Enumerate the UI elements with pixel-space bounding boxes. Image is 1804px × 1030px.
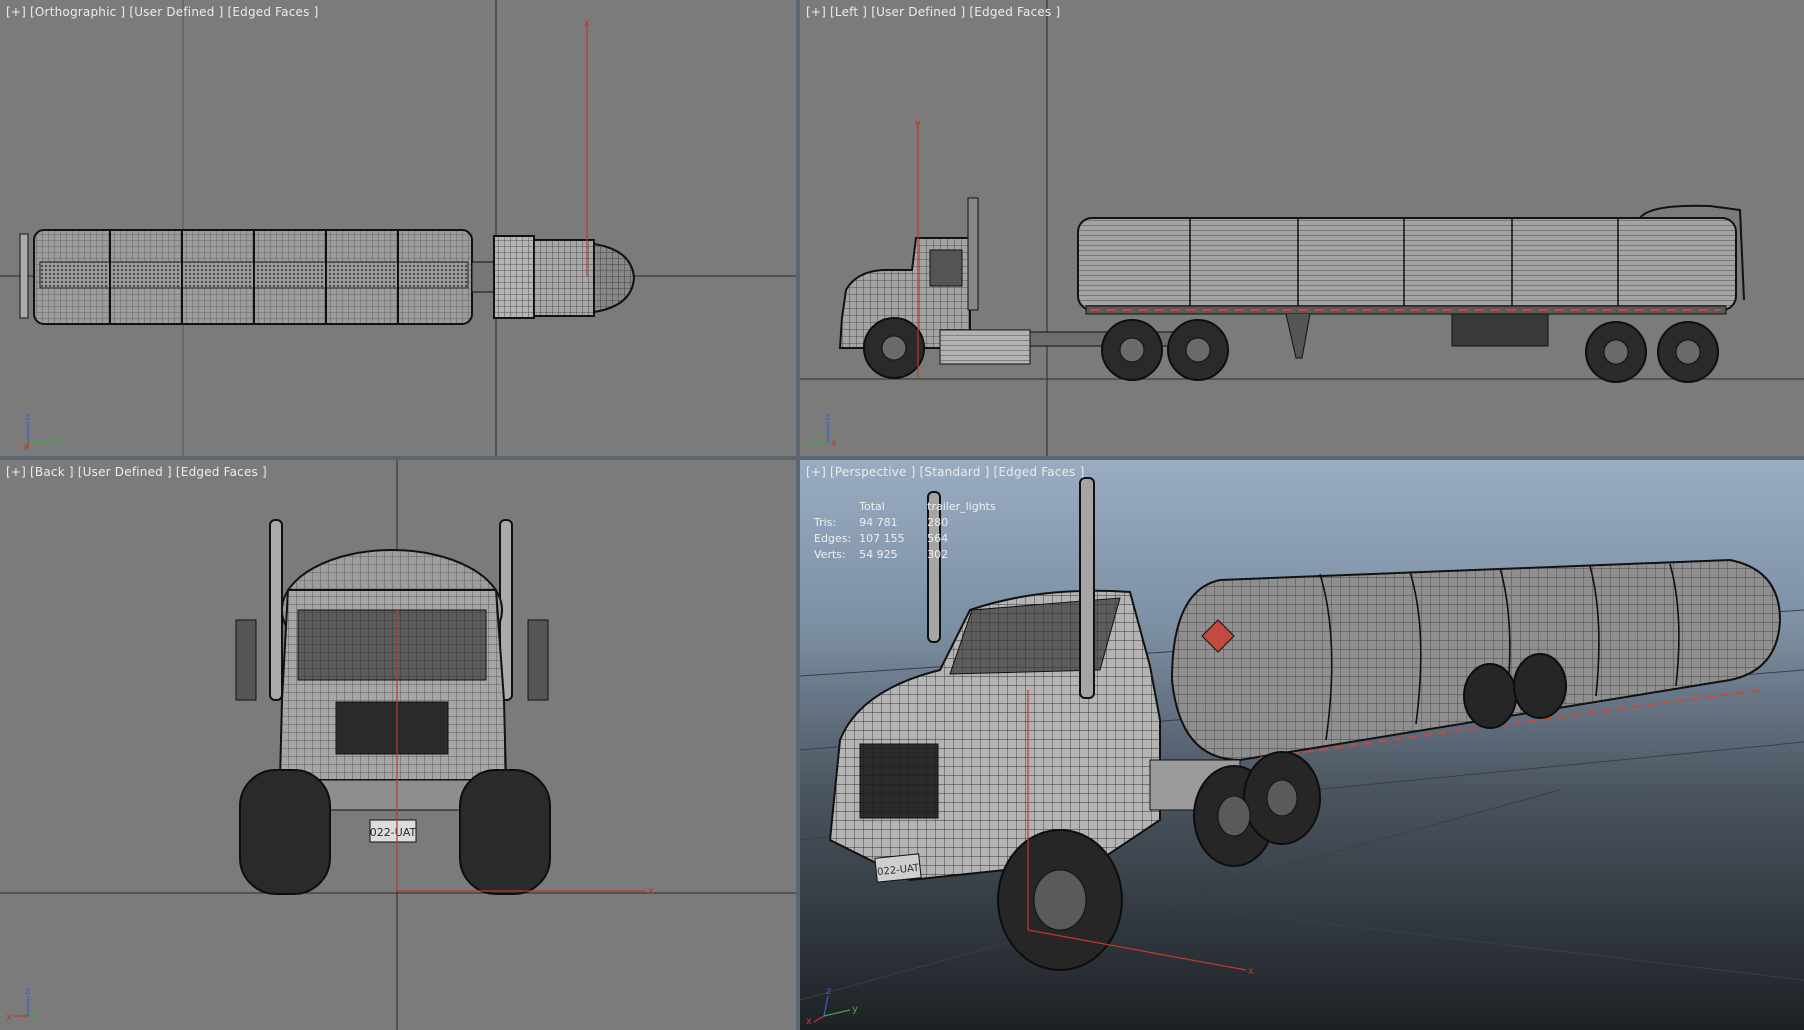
viewport-left[interactable]: y [+] [Left ] [User Defined ] [Edged Fac… xyxy=(800,0,1804,456)
svg-text:x: x xyxy=(1248,966,1254,977)
back-scene: 022-UAT x xyxy=(0,460,796,1030)
svg-text:x: x xyxy=(23,442,29,450)
axis-x-label: x xyxy=(648,886,654,897)
viewport-perspective[interactable]: 022-UAT x [+] [Perspective ] [Standard ]… xyxy=(800,460,1804,1030)
svg-text:y: y xyxy=(852,1004,858,1015)
svg-text:y: y xyxy=(806,438,812,449)
orthographic-scene: x xyxy=(0,0,796,456)
axis-gizmo: z y x xyxy=(806,412,837,449)
svg-text:z: z xyxy=(25,412,30,423)
stats-label: Edges: xyxy=(814,532,852,545)
axis-gizmo: y z x xyxy=(23,412,64,450)
viewport-orthographic[interactable]: x [+] [Orthographic ] [User Defined ] [E… xyxy=(0,0,796,456)
scene-statistics: Total trailer_lights Tris: 94 781 280 Ed… xyxy=(814,500,1004,564)
stats-header-selection: trailer_lights xyxy=(927,500,996,513)
svg-text:x: x xyxy=(6,1012,12,1023)
svg-text:y: y xyxy=(31,1012,37,1023)
truck-front-view: 022-UAT xyxy=(235,519,551,895)
axis-gizmo: z y x xyxy=(806,986,858,1024)
stats-label: Tris: xyxy=(814,516,837,529)
viewport-label-orthographic[interactable]: [+] [Orthographic ] [User Defined ] [Edg… xyxy=(6,5,318,19)
svg-text:x: x xyxy=(831,438,837,449)
stats-total: 94 781 xyxy=(859,516,898,529)
stats-selected: 280 xyxy=(927,516,949,529)
viewport-label-left[interactable]: [+] [Left ] [User Defined ] [Edged Faces… xyxy=(806,5,1060,19)
svg-text:x: x xyxy=(806,1016,812,1024)
axis-y-label: y xyxy=(915,118,921,129)
tanker-top-view xyxy=(19,229,636,325)
stats-row-verts: Verts: 54 925 302 xyxy=(814,548,1004,564)
license-plate: 022-UAT xyxy=(370,826,417,839)
stats-selected: 302 xyxy=(927,548,949,561)
viewport-back[interactable]: 022-UAT x [+] [Back ] [User Defined ] [E… xyxy=(0,460,796,1030)
axis-gizmo: z x y xyxy=(6,986,37,1023)
stats-header-total: Total xyxy=(859,500,885,513)
stats-header xyxy=(814,500,859,516)
viewport-label-back[interactable]: [+] [Back ] [User Defined ] [Edged Faces… xyxy=(6,465,267,479)
viewport-label-perspective[interactable]: [+] [Perspective ] [Standard ] [Edged Fa… xyxy=(806,465,1085,479)
truck-side-view xyxy=(838,197,1745,383)
stats-selected: 564 xyxy=(927,532,949,545)
svg-text:y: y xyxy=(58,434,64,445)
left-scene: y xyxy=(800,0,1804,456)
stats-row-edges: Edges: 107 155 564 xyxy=(814,532,1004,548)
svg-text:z: z xyxy=(25,986,30,997)
svg-text:z: z xyxy=(825,412,830,423)
stats-total: 107 155 xyxy=(859,532,905,545)
svg-text:z: z xyxy=(826,986,831,997)
stats-total: 54 925 xyxy=(859,548,898,561)
stats-row-tris: Tris: 94 781 280 xyxy=(814,516,1004,532)
axis-x-label: x xyxy=(584,18,590,29)
stats-label: Verts: xyxy=(814,548,846,561)
